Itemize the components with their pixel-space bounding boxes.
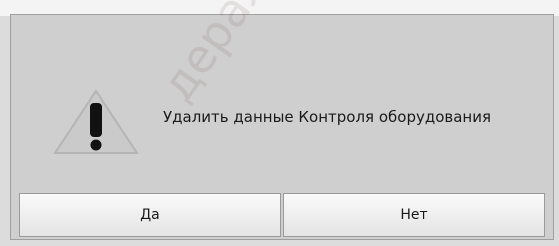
screen-background: Удалить данные Контроля оборудования Да … — [0, 0, 559, 246]
dialog-button-bar: Да Нет — [11, 193, 553, 239]
dialog-body: Удалить данные Контроля оборудования — [11, 15, 553, 183]
dialog-message: Удалить данные Контроля оборудования — [163, 108, 492, 126]
yes-button[interactable]: Да — [19, 193, 281, 237]
warning-icon — [51, 87, 141, 157]
confirm-dialog: Удалить данные Контроля оборудования Да … — [10, 14, 554, 240]
no-button[interactable]: Нет — [283, 193, 545, 237]
